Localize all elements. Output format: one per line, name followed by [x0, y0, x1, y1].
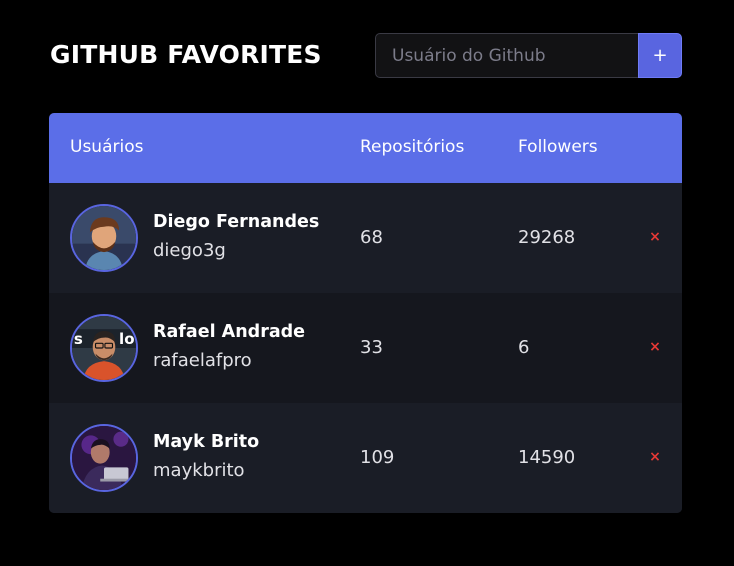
search-input[interactable] — [375, 33, 638, 78]
column-header-followers: Followers — [518, 137, 598, 157]
repositories-count: 33 — [360, 337, 383, 358]
column-header-repositories: Repositórios — [360, 137, 465, 157]
search-bar: + — [375, 33, 682, 78]
user-name: Diego Fernandes — [153, 212, 320, 232]
user-login: maykbrito — [153, 460, 245, 481]
user-login: rafaelafpro — [153, 350, 252, 371]
followers-count: 14590 — [518, 447, 576, 468]
user-name: Rafael Andrade — [153, 322, 306, 342]
page-title: GITHUB FAVORITES — [50, 40, 322, 69]
close-icon: × — [649, 229, 661, 245]
remove-favorite-button[interactable]: × — [647, 447, 663, 467]
remove-favorite-button[interactable]: × — [647, 227, 663, 247]
avatar — [70, 424, 138, 492]
table-row: s lo Rafael Andrade rafaelafpro 33 6 × — [49, 293, 682, 403]
svg-text:lo: lo — [119, 330, 135, 348]
user-login: diego3g — [153, 240, 226, 261]
svg-text:s: s — [74, 330, 83, 348]
column-header-users: Usuários — [70, 137, 144, 157]
plus-icon: + — [652, 45, 668, 66]
table-header: Usuários Repositórios Followers — [49, 113, 682, 183]
favorites-table: Usuários Repositórios Followers Diego Fe… — [49, 113, 682, 513]
followers-count: 6 — [518, 337, 530, 358]
avatar — [70, 204, 138, 272]
repositories-count: 68 — [360, 227, 383, 248]
app: GITHUB FAVORITES + Usuários Repositórios… — [0, 0, 734, 566]
close-icon: × — [649, 339, 661, 355]
avatar: s lo — [70, 314, 138, 382]
close-icon: × — [649, 449, 661, 465]
user-name: Mayk Brito — [153, 432, 260, 452]
add-favorite-button[interactable]: + — [638, 33, 682, 78]
table-row: Mayk Brito maykbrito 109 14590 × — [49, 403, 682, 513]
repositories-count: 109 — [360, 447, 395, 468]
followers-count: 29268 — [518, 227, 576, 248]
remove-favorite-button[interactable]: × — [647, 337, 663, 357]
table-row: Diego Fernandes diego3g 68 29268 × — [49, 183, 682, 293]
